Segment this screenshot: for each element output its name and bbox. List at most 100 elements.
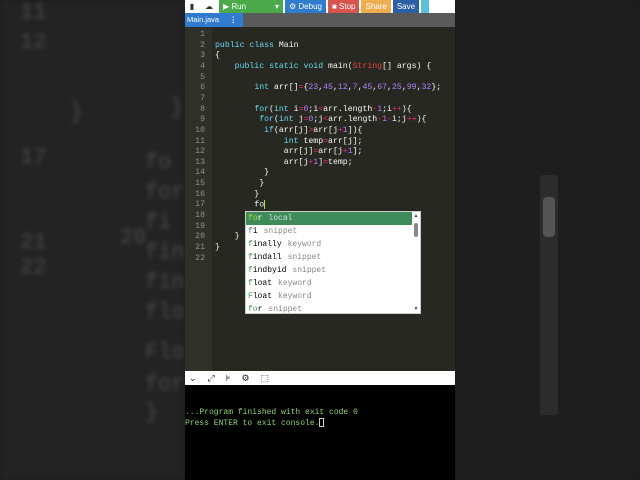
completion-type: snippet <box>287 253 322 262</box>
code-line[interactable]: 2 public class Main <box>185 41 455 52</box>
autocomplete-scrollbar[interactable]: ▲ ▼ <box>413 213 419 312</box>
line-number: 2 <box>200 40 205 50</box>
autocomplete-item[interactable]: for local <box>246 212 412 225</box>
completion-type: keyword <box>278 279 312 288</box>
code-text: if(arr[j]>arr[j+1]){ <box>264 125 363 135</box>
code-line[interactable]: 15 } <box>185 179 455 190</box>
blurred-background-text: } <box>145 400 159 425</box>
code-line[interactable]: 13 arr[j+1]=temp; <box>185 158 455 169</box>
code-line[interactable]: 10 if(arr[j]>arr[j+1]){ <box>185 126 455 137</box>
line-number: 6 <box>200 83 205 93</box>
blurred-background-text: 22 <box>20 255 47 280</box>
blurred-background-text: fin <box>145 270 185 295</box>
blurred-background-text: 11 <box>20 0 47 25</box>
code-text: } <box>215 179 265 189</box>
clear-console-icon[interactable]: ⬚ <box>261 373 270 384</box>
line-number: 22 <box>195 253 205 263</box>
completion-type: keyword <box>278 292 312 301</box>
code-line[interactable]: 16 } <box>185 190 455 201</box>
code-line[interactable]: 9 for(int j=0;j<arr.length-1-i;j++){ <box>185 115 455 126</box>
run-dropdown-icon[interactable]: ▾ <box>275 2 279 11</box>
code-line[interactable]: 6 int arr[]={23,45,12,7,45,67,25,99,32}; <box>185 83 455 94</box>
code-line[interactable]: 8 for(int i=0;i<arr.length-1;i++){ <box>185 105 455 116</box>
autocomplete-popup: for local fi snippet finally keyword findall sn… <box>245 211 421 314</box>
collapse-icon[interactable]: ⌄ <box>189 373 197 384</box>
run-button[interactable]: ▶ Run ▾ <box>219 0 283 13</box>
autocomplete-scroll-thumb[interactable] <box>414 223 418 237</box>
console-line-exit-code: ...Program finished with exit code 0 <box>185 408 358 417</box>
code-line[interactable]: 12 arr[j]=arr[j+1]; <box>185 147 455 158</box>
console-toolbar: ⌄ ⤢ ⊧ ⚙ ⬚ <box>185 371 455 385</box>
save-button[interactable]: Save <box>392 0 420 13</box>
code-text: public static void main(String[] args) { <box>234 61 432 71</box>
code-text: fo <box>215 200 266 211</box>
completion-text: inally <box>252 240 282 249</box>
code-line[interactable]: 5 <box>185 73 455 84</box>
autocomplete-item[interactable]: Float keyword <box>246 290 412 303</box>
code-text: } <box>215 189 260 199</box>
code-text: for(int i=0;i<arr.length-1;i++){ <box>254 104 412 114</box>
tab-main-java[interactable]: Main.java ⋮ <box>185 13 243 27</box>
blurred-scrollbar-thumb <box>543 197 555 237</box>
console-cursor <box>319 418 325 428</box>
line-number: 14 <box>195 168 205 178</box>
console-output[interactable]: ...Program finished with exit code 0 Pre… <box>185 385 455 480</box>
settings-icon[interactable]: ⚙ <box>241 373 249 384</box>
code-line[interactable]: 17 fo <box>185 200 455 211</box>
line-number: 16 <box>195 189 205 199</box>
autocomplete-item[interactable]: findbyid snippet <box>246 264 412 277</box>
blurred-background-text: 21 <box>20 230 47 255</box>
completion-text: r <box>257 305 263 314</box>
line-number: 10 <box>195 125 205 135</box>
code-line[interactable]: 14 } <box>185 168 455 179</box>
code-line[interactable]: 7 <box>185 94 455 105</box>
line-number: 21 <box>195 243 205 252</box>
code-line[interactable]: 3{ <box>185 51 455 62</box>
debug-button[interactable]: ⚙ Debug <box>285 0 326 13</box>
file-tab-bar: Main.java ⋮ <box>185 13 455 27</box>
completion-type: keyword <box>287 240 322 249</box>
autocomplete-item[interactable]: float keyword <box>246 277 412 290</box>
blurred-background-text: 17 <box>20 145 47 170</box>
new-file-icon[interactable]: ▮ <box>185 0 199 13</box>
completion-text: loat <box>252 292 273 301</box>
line-number: 13 <box>195 157 205 167</box>
code-line[interactable]: 1 <box>185 30 455 41</box>
line-number: 5 <box>200 72 205 82</box>
tab-menu-icon[interactable]: ⋮ <box>230 13 238 27</box>
completion-text: indall <box>252 253 282 262</box>
line-number: 20 <box>195 232 205 242</box>
line-number: 19 <box>195 221 205 231</box>
code-line[interactable]: 11 int temp=arr[j]; <box>185 137 455 148</box>
autocomplete-item[interactable]: finally keyword <box>246 238 412 251</box>
upload-icon[interactable]: ☁ <box>201 0 217 13</box>
line-number: 12 <box>195 147 205 157</box>
line-number: 1 <box>200 30 205 39</box>
code-line[interactable]: 4 public static void main(String[] args)… <box>185 62 455 73</box>
blurred-background-text: 20 <box>120 225 147 250</box>
completion-text: i <box>252 227 258 236</box>
line-number: 3 <box>200 51 205 61</box>
toolbar: ▮ ☁ ▶ Run ▾ ⚙ Debug ■ Stop Share Save <box>185 0 455 13</box>
autocomplete-item[interactable]: for snippet <box>246 303 412 316</box>
expand-icon[interactable]: ⤢ <box>208 373 215 384</box>
format-icon[interactable]: ⊧ <box>226 373 231 384</box>
line-number: 7 <box>200 93 205 103</box>
blurred-background-text: 12 <box>20 30 47 55</box>
blurred-background-text: } <box>170 95 184 120</box>
code-text: public class Main <box>215 40 299 50</box>
blurred-scrollbar <box>540 175 558 415</box>
share-button[interactable]: Share <box>361 0 391 13</box>
code-editor[interactable]: 1 2 public class Main 3{4 public static voi… <box>185 27 455 371</box>
stop-button[interactable]: ■ Stop <box>327 0 360 13</box>
blurred-background-text: } <box>70 100 84 125</box>
code-text: arr[j]=arr[j+1]; <box>215 147 363 157</box>
blurred-background-text: fin <box>145 240 185 265</box>
autocomplete-item[interactable]: findall snippet <box>246 251 412 264</box>
completion-type: local <box>268 214 293 223</box>
line-number: 4 <box>200 61 205 71</box>
blurred-background-left: 11 12} 17 fo for fi fin fin flo Flo for} 20 21 22} <box>0 0 185 480</box>
more-button[interactable] <box>421 0 430 13</box>
line-number: 8 <box>200 104 205 114</box>
autocomplete-item[interactable]: fi snippet <box>246 225 412 238</box>
